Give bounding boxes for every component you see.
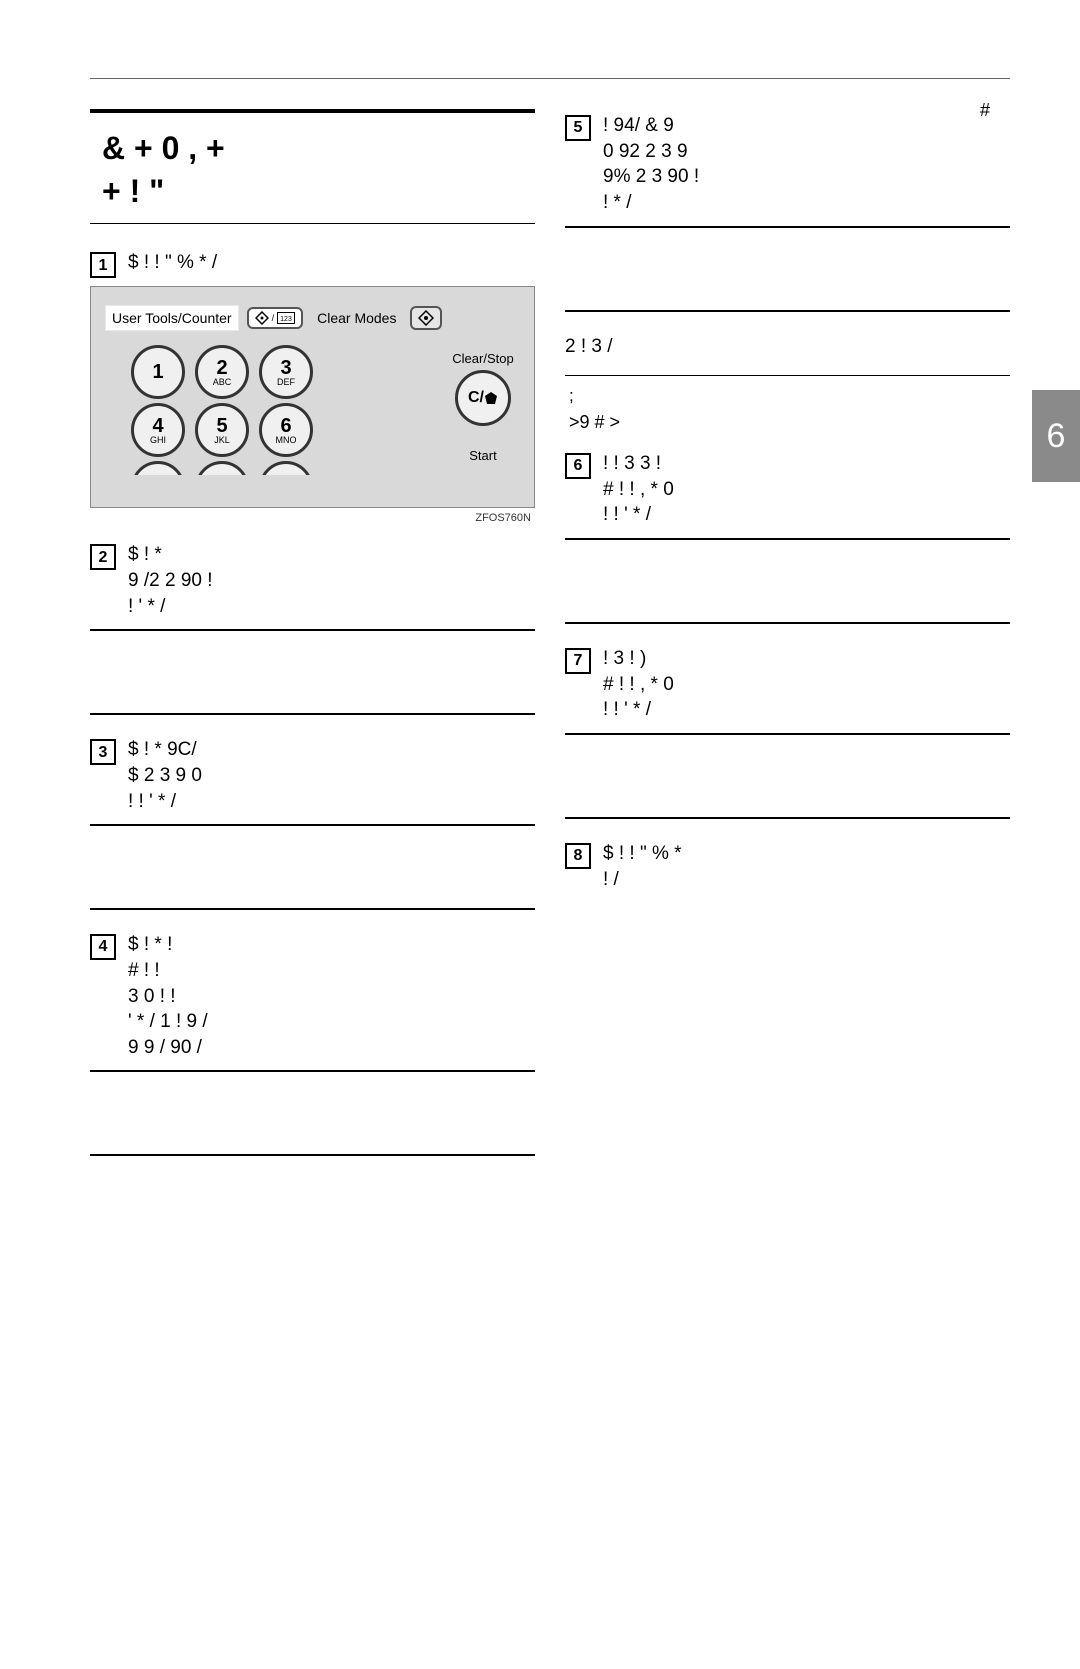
keypad-key-5: 5JKL bbox=[195, 403, 249, 457]
user-tools-counter-icon: / 123 bbox=[247, 307, 304, 329]
header-rule bbox=[90, 78, 1010, 79]
step-text: $ ! ! " % * ! / bbox=[603, 841, 1010, 892]
note-reference: >9 # > bbox=[569, 412, 1010, 433]
step-4: 4 $ ! * ! # ! ! 3 0 ! ! ' * / 1 ! 9 / 9 … bbox=[90, 932, 535, 1060]
step-text: $ ! * 9 /2 2 90 ! ! ' * / bbox=[128, 542, 535, 619]
step-number: 5 bbox=[565, 115, 591, 141]
keypad-caption: ZFOS760N bbox=[90, 512, 531, 524]
step-2: 2 $ ! * 9 /2 2 90 ! ! ' * / bbox=[90, 542, 535, 619]
right-column: 5 ! 94/ & 9 0 92 2 3 9 9% 2 3 90 ! ! * /… bbox=[565, 109, 1010, 1178]
step-5: 5 ! 94/ & 9 0 92 2 3 9 9% 2 3 90 ! ! * / bbox=[565, 113, 1010, 216]
step-number: 2 bbox=[90, 544, 116, 570]
screen-placeholder bbox=[90, 824, 535, 910]
step-number: 1 bbox=[90, 252, 116, 278]
step-7: 7 ! 3 ! ) # ! ! , * 0 ! ! ' * / bbox=[565, 646, 1010, 723]
keypad-key-4: 4GHI bbox=[131, 403, 185, 457]
step-text: ! 94/ & 9 0 92 2 3 9 9% 2 3 90 ! ! * / bbox=[603, 113, 1010, 216]
clear-stop-button-icon: C/ bbox=[455, 370, 511, 426]
step-number: 7 bbox=[565, 648, 591, 674]
step-number: 6 bbox=[565, 453, 591, 479]
clear-modes-label: Clear Modes bbox=[311, 306, 402, 330]
page-thumb-tab: 6 bbox=[1032, 390, 1080, 482]
screen-placeholder bbox=[565, 538, 1010, 624]
section-title-line2: + ! " bbox=[102, 170, 535, 213]
screen-placeholder bbox=[565, 226, 1010, 312]
step-6: 6 ! ! 3 3 ! # ! ! , * 0 ! ! ' * / bbox=[565, 451, 1010, 528]
screen-placeholder bbox=[90, 1070, 535, 1156]
step-number: 3 bbox=[90, 739, 116, 765]
screen-placeholder bbox=[90, 629, 535, 715]
thin-rule bbox=[565, 375, 1010, 376]
keypad-key-2: 2ABC bbox=[195, 345, 249, 399]
paragraph: 2 ! 3 / bbox=[565, 334, 1010, 360]
step-8: 8 $ ! ! " % * ! / bbox=[565, 841, 1010, 892]
keypad-key-cut bbox=[195, 461, 249, 475]
step-number: 8 bbox=[565, 843, 591, 869]
keypad-illustration: User Tools/Counter / 123 Clear Modes 1 2… bbox=[90, 286, 535, 508]
svg-text:123: 123 bbox=[280, 316, 292, 323]
left-column: & + 0 , + + ! " 1 $ ! ! " % * / User Too… bbox=[90, 109, 535, 1178]
user-tools-counter-label: User Tools/Counter bbox=[105, 305, 239, 331]
keypad-key-3: 3DEF bbox=[259, 345, 313, 399]
step-3: 3 $ ! * 9C/ $ 2 3 9 0 ! ! ' * / bbox=[90, 737, 535, 814]
section-title-line1: & + 0 , + bbox=[102, 127, 535, 170]
step-text: ! ! 3 3 ! # ! ! , * 0 ! ! ' * / bbox=[603, 451, 1010, 528]
step-text: ! 3 ! ) # ! ! , * 0 ! ! ' * / bbox=[603, 646, 1010, 723]
keypad-key-6: 6MNO bbox=[259, 403, 313, 457]
clear-stop-label: Clear/Stop bbox=[442, 351, 524, 366]
keypad-key-1: 1 bbox=[131, 345, 185, 399]
step-text: $ ! ! " % * / bbox=[128, 250, 535, 276]
clear-modes-icon bbox=[410, 306, 442, 330]
step-text: $ ! * ! # ! ! 3 0 ! ! ' * / 1 ! 9 / 9 9 … bbox=[128, 932, 535, 1060]
step-text: $ ! * 9C/ $ 2 3 9 0 ! ! ' * / bbox=[128, 737, 535, 814]
step-1: 1 $ ! ! " % * / bbox=[90, 250, 535, 278]
keypad-key-cut bbox=[131, 461, 185, 475]
header-topic: # bbox=[980, 100, 990, 121]
note-label: ; bbox=[569, 386, 1010, 406]
section-title: & + 0 , + + ! " bbox=[90, 109, 535, 224]
keypad-key-cut bbox=[259, 461, 313, 475]
step-number: 4 bbox=[90, 934, 116, 960]
screen-placeholder bbox=[565, 733, 1010, 819]
start-label: Start bbox=[442, 448, 524, 463]
